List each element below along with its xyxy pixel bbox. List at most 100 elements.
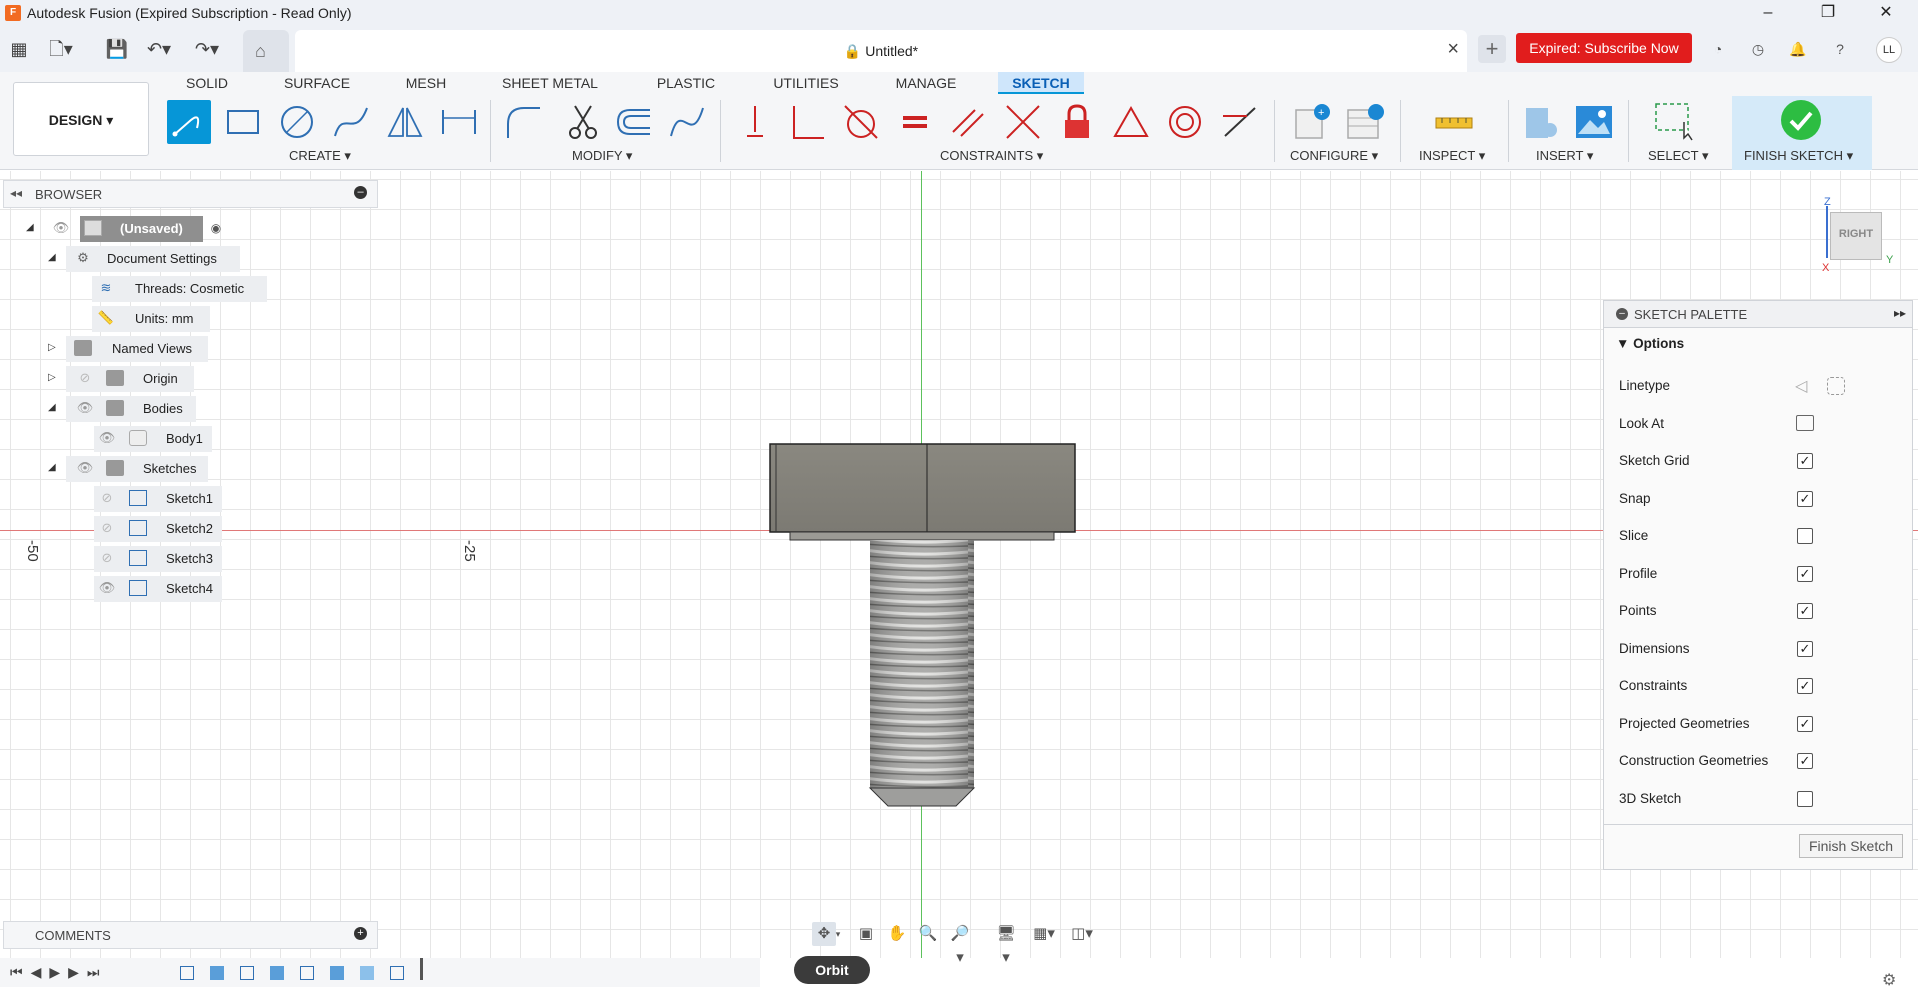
coincident-constraint-icon[interactable]: [1001, 100, 1045, 144]
visibility-eye-icon[interactable]: 👁: [52, 220, 70, 236]
horizontal-vertical-constraint-icon[interactable]: [733, 100, 777, 144]
timeline-features[interactable]: [180, 958, 460, 980]
bolt-model[interactable]: [760, 440, 1080, 810]
hidden-eye-icon[interactable]: ⊘: [98, 490, 116, 506]
timeline-extrude-icon[interactable]: [270, 966, 284, 980]
file-menu-icon[interactable]: 🗋▾: [48, 36, 74, 62]
browser-item-sketch1[interactable]: ⊘ Sketch1: [0, 486, 380, 512]
select-window-icon[interactable]: [1652, 100, 1696, 144]
extend-tool-icon[interactable]: [665, 100, 709, 144]
tab-plastic[interactable]: PLASTIC: [650, 72, 722, 94]
hidden-eye-icon[interactable]: ⊘: [98, 550, 116, 566]
visibility-eye-icon[interactable]: 👁: [76, 460, 94, 476]
create-menu[interactable]: CREATE ▾: [289, 148, 351, 164]
home-tab[interactable]: ⌂: [243, 30, 289, 72]
equal-constraint-icon[interactable]: [893, 100, 937, 144]
help-icon[interactable]: ?: [1828, 38, 1852, 62]
offset-tool-icon[interactable]: [612, 100, 656, 144]
subscribe-button[interactable]: Expired: Subscribe Now: [1516, 33, 1692, 63]
measure-tool-icon[interactable]: [1432, 100, 1476, 144]
browser-item-document-settings[interactable]: ◢ ⚙ Document Settings: [0, 246, 380, 272]
fix-constraint-icon[interactable]: [1055, 100, 1099, 144]
tangent-constraint-icon[interactable]: [839, 100, 883, 144]
tab-manage[interactable]: MANAGE: [890, 72, 962, 94]
perpendicular-constraint-icon[interactable]: [786, 100, 830, 144]
slice-checkbox[interactable]: [1797, 528, 1813, 544]
insert-canvas-icon[interactable]: [1572, 100, 1616, 144]
save-icon[interactable]: 💾: [104, 36, 130, 62]
user-avatar[interactable]: LL: [1876, 37, 1902, 63]
tab-solid[interactable]: SOLID: [182, 72, 232, 94]
job-status-icon[interactable]: ◷: [1746, 38, 1770, 62]
hidden-eye-icon[interactable]: ⊘: [76, 370, 94, 386]
fillet-tool-icon[interactable]: [502, 100, 546, 144]
parallel-constraint-icon[interactable]: [947, 100, 991, 144]
activate-radio-icon[interactable]: ◉: [207, 220, 225, 236]
insert-menu[interactable]: INSERT ▾: [1536, 148, 1593, 164]
dimension-tool-icon[interactable]: [437, 100, 481, 144]
tab-surface[interactable]: SURFACE: [278, 72, 356, 94]
restore-icon[interactable]: ❐: [1800, 0, 1856, 27]
browser-item-threads[interactable]: ≋ Threads: Cosmetic: [0, 276, 380, 302]
collapse-triangle-icon[interactable]: ◢: [26, 222, 34, 233]
concentric-constraint-icon[interactable]: [1163, 100, 1207, 144]
inspect-menu[interactable]: INSPECT ▾: [1419, 148, 1485, 164]
finish-sketch-menu[interactable]: FINISH SKETCH ▾: [1744, 148, 1853, 164]
palette-expand-icon[interactable]: ▸▸: [1894, 306, 1906, 320]
display-settings-icon[interactable]: 🖥▾: [994, 922, 1018, 966]
browser-item-origin[interactable]: ▷ ⊘ Origin: [0, 366, 380, 392]
finish-sketch-area[interactable]: FINISH SKETCH ▾: [1732, 96, 1872, 170]
points-checkbox[interactable]: ✓: [1797, 603, 1813, 619]
tab-sketch[interactable]: SKETCH: [998, 72, 1084, 94]
dimensions-checkbox[interactable]: ✓: [1797, 641, 1813, 657]
viewports-icon[interactable]: ◫▾: [1070, 922, 1094, 946]
configure-rules-icon[interactable]: [1344, 100, 1388, 144]
timeline-settings-gear-icon[interactable]: ⚙: [1882, 970, 1896, 987]
timeline-thread-icon[interactable]: [360, 966, 374, 980]
3d-sketch-checkbox[interactable]: [1797, 791, 1813, 807]
circle-tool-icon[interactable]: [275, 100, 319, 144]
triangle-constraint-icon[interactable]: [1109, 100, 1153, 144]
timeline-marker[interactable]: [420, 958, 423, 980]
snap-checkbox[interactable]: ✓: [1797, 491, 1813, 507]
spline-tool-icon[interactable]: [329, 100, 373, 144]
minimize-icon[interactable]: –: [1740, 0, 1796, 27]
grid-settings-icon[interactable]: ▦▾: [1032, 922, 1056, 946]
timeline-extrude-icon[interactable]: [210, 966, 224, 980]
select-menu[interactable]: SELECT ▾: [1648, 148, 1708, 164]
expand-triangle-icon[interactable]: ▷: [48, 342, 56, 353]
view-cube[interactable]: Z RIGHT Y X: [1820, 196, 1900, 276]
configure-table-icon[interactable]: +: [1292, 100, 1336, 144]
notifications-icon[interactable]: 🔔: [1786, 38, 1810, 62]
timeline-sketch-icon[interactable]: [240, 966, 254, 980]
mirror-tool-icon[interactable]: [383, 100, 427, 144]
rectangle-tool-icon[interactable]: [221, 100, 265, 144]
view-cube-face[interactable]: RIGHT: [1830, 212, 1882, 260]
collapse-triangle-icon[interactable]: ◢: [48, 402, 56, 413]
document-tab[interactable]: 🔒 Untitled* ×: [295, 30, 1467, 72]
workspace-switcher[interactable]: DESIGN ▾: [13, 82, 149, 156]
sketch-grid-checkbox[interactable]: ✓: [1797, 453, 1813, 469]
collapse-triangle-icon[interactable]: ◢: [48, 462, 56, 473]
constraints-checkbox[interactable]: ✓: [1797, 678, 1813, 694]
browser-item-root[interactable]: ◢ 👁 (Unsaved) ◉: [0, 216, 380, 242]
profile-checkbox[interactable]: ✓: [1797, 566, 1813, 582]
visibility-eye-icon[interactable]: 👁: [98, 580, 116, 596]
close-window-icon[interactable]: ✕: [1858, 0, 1914, 27]
linetype-construction-icon[interactable]: ◁: [1795, 376, 1807, 396]
browser-item-body1[interactable]: 👁 Body1: [0, 426, 380, 452]
pan-icon[interactable]: ✋: [885, 922, 909, 946]
palette-minimize-icon[interactable]: –: [1616, 308, 1628, 320]
tab-utilities[interactable]: UTILITIES: [768, 72, 844, 94]
timeline-sketch-icon[interactable]: [390, 966, 404, 980]
browser-item-sketch4[interactable]: 👁 Sketch4: [0, 576, 380, 602]
timeline-sketch-icon[interactable]: [180, 966, 194, 980]
redo-icon[interactable]: ↷▾: [194, 36, 220, 62]
orbit-dropdown-icon[interactable]: ▾: [832, 922, 844, 946]
line-tool-icon[interactable]: [167, 100, 211, 144]
constraints-menu[interactable]: CONSTRAINTS ▾: [940, 148, 1043, 164]
browser-item-units[interactable]: 📏 Units: mm: [0, 306, 380, 332]
trim-tool-icon[interactable]: [561, 100, 605, 144]
timeline-sketch-icon[interactable]: [300, 966, 314, 980]
browser-item-sketches[interactable]: ◢ 👁 Sketches: [0, 456, 380, 482]
